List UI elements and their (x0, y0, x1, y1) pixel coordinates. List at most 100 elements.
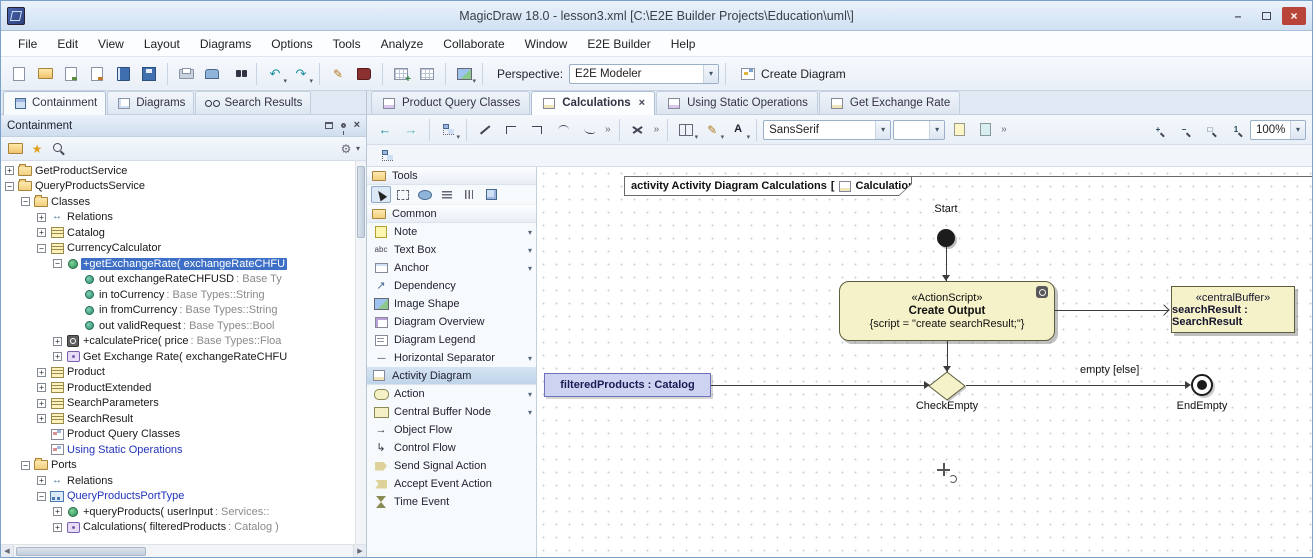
new-file-button[interactable] (7, 62, 31, 86)
tab-diagrams[interactable]: Diagrams (107, 91, 194, 114)
perspective-combo[interactable]: E2E Modeler▾ (569, 64, 719, 84)
undo-button[interactable] (263, 62, 287, 86)
menu-item-options[interactable]: Options (262, 34, 321, 54)
tree-item-out-validrequest[interactable]: out validRequest : Base Types::Bool (1, 318, 355, 334)
align-tool-button[interactable] (437, 186, 457, 203)
menu-item-analyze[interactable]: Analyze (372, 34, 433, 54)
overflow-chevron-icon[interactable]: » (999, 124, 1009, 135)
dropdown-caret-icon[interactable]: ▾ (528, 246, 532, 255)
dropdown-caret-icon[interactable]: ▾ (528, 408, 532, 417)
tree-expander-icon[interactable]: + (37, 476, 46, 485)
tree-expander-icon[interactable]: + (37, 383, 46, 392)
object-flow-action-to-buffer[interactable] (1055, 310, 1169, 311)
tree-expander-icon[interactable]: + (37, 213, 46, 222)
palette-item-send-signal-action[interactable]: Send Signal Action (367, 457, 536, 475)
notebook-button[interactable] (111, 62, 135, 86)
palette-item-anchor[interactable]: Anchor▾ (367, 259, 536, 277)
minimize-button[interactable] (1226, 7, 1250, 25)
palette-item-dependency[interactable]: Dependency (367, 277, 536, 295)
open-folder-icon[interactable] (7, 141, 23, 157)
palette-section-common[interactable]: Common (367, 205, 536, 223)
forward-arrow-button[interactable] (399, 118, 423, 142)
tree-item-out-exchangeratechfusd[interactable]: out exchangeRateCHFUSD : Base Ty (1, 272, 355, 288)
overflow-chevron-icon[interactable]: » (652, 124, 662, 135)
rectflow-tool-button[interactable] (525, 118, 549, 142)
palette-item-note[interactable]: Note▾ (367, 223, 536, 241)
palette-item-action[interactable]: Action▾ (367, 385, 536, 403)
diagram-tab-calculations[interactable]: Calculations× (531, 91, 655, 115)
spline-tool-button[interactable] (577, 118, 601, 142)
select-tool-button[interactable] (371, 186, 391, 203)
mailbox-button[interactable] (200, 62, 224, 86)
diagram-tab-get-exchange-rate[interactable]: Get Exchange Rate (819, 91, 960, 114)
redo-button[interactable] (289, 62, 313, 86)
action-node-create-output[interactable]: «ActionScript» Create Output {script = "… (839, 281, 1055, 341)
zoom-out-button[interactable] (1172, 118, 1196, 142)
menu-item-window[interactable]: Window (516, 34, 577, 54)
curve-tool-button[interactable] (551, 118, 575, 142)
tree-item-currencycalculator[interactable]: −CurrencyCalculator (1, 241, 355, 257)
tree-item-relations[interactable]: +Relations (1, 210, 355, 226)
tree-item-getproductservice[interactable]: +GetProductService (1, 163, 355, 179)
dropdown-caret-icon[interactable]: ▾ (528, 354, 532, 363)
palette-item-text-box[interactable]: Text Box▾ (367, 241, 536, 259)
tree-item-productextended[interactable]: +ProductExtended (1, 380, 355, 396)
paste1-button[interactable] (947, 118, 971, 142)
palette-item-diagram-overview[interactable]: Diagram Overview (367, 313, 536, 331)
activity-frame-label[interactable]: activity Activity Diagram Calculations [… (624, 176, 912, 196)
central-buffer-node-searchresult[interactable]: «centralBuffer» searchResult : SearchRes… (1171, 286, 1295, 333)
palette-item-accept-event-action[interactable]: Accept Event Action (367, 475, 536, 493)
pencil2-button[interactable] (700, 118, 724, 142)
start-node[interactable] (937, 229, 955, 247)
zoom-in-button[interactable] (1146, 118, 1170, 142)
tab-containment[interactable]: Containment (3, 91, 106, 115)
dropdown-caret-icon[interactable]: ▾ (528, 390, 532, 399)
table-add-button[interactable] (389, 62, 413, 86)
tree-expander-icon[interactable]: − (5, 182, 14, 191)
tree-item-calculateprice-price[interactable]: ++calculatePrice( price : Base Types::Fl… (1, 334, 355, 350)
menu-item-edit[interactable]: Edit (48, 34, 87, 54)
zoom-fit-button[interactable] (1198, 118, 1222, 142)
tree-item-queryproductsporttype[interactable]: −QueryProductsPortType (1, 489, 355, 505)
palette-section-tools[interactable]: Tools (367, 167, 536, 185)
tree-item-product-query-classes[interactable]: Product Query Classes (1, 427, 355, 443)
diagram-tab-using-static-operations[interactable]: Using Static Operations (656, 91, 818, 114)
menu-item-file[interactable]: File (9, 34, 46, 54)
binoculars-button[interactable] (226, 62, 250, 86)
palette-item-central-buffer-node[interactable]: Central Buffer Node▾ (367, 403, 536, 421)
open-button[interactable] (33, 62, 57, 86)
palette-item-time-event[interactable]: Time Event (367, 493, 536, 511)
object-node-filteredproducts[interactable]: filteredProducts : Catalog (544, 373, 711, 397)
font-combo[interactable]: SansSerif▾ (763, 120, 891, 140)
book-button[interactable] (352, 62, 376, 86)
scrollbar-thumb[interactable] (357, 166, 365, 238)
back-arrow-button[interactable] (373, 118, 397, 142)
menu-item-layout[interactable]: Layout (135, 34, 189, 54)
maximize-button[interactable] (1254, 7, 1278, 25)
menu-item-view[interactable]: View (89, 34, 133, 54)
tree-item-queryproductsservice[interactable]: −QueryProductsService (1, 179, 355, 195)
line-tool-button[interactable] (473, 118, 497, 142)
tree-expander-icon[interactable]: + (37, 368, 46, 377)
float-panel-icon[interactable] (325, 122, 333, 129)
pencil-button[interactable] (326, 62, 350, 86)
favorites-star-icon[interactable] (29, 141, 45, 157)
paste2-button[interactable] (973, 118, 997, 142)
text-tool-button[interactable] (726, 118, 750, 142)
object-flow-catalog-to-decision[interactable] (711, 385, 924, 386)
tree-item-calculations-filteredproducts[interactable]: +Calculations( filteredProducts : Catalo… (1, 520, 355, 536)
tree-expander-icon[interactable]: + (53, 337, 62, 346)
pin-panel-icon[interactable] (341, 123, 346, 128)
tree-item-relations[interactable]: +Relations (1, 473, 355, 489)
tree-expander-icon[interactable]: − (21, 461, 30, 470)
overflow-chevron-icon[interactable]: » (603, 124, 613, 135)
close-button[interactable] (1282, 7, 1306, 25)
end-node-endempty[interactable] (1191, 374, 1213, 396)
palette-section-activity-diagram[interactable]: Activity Diagram (367, 367, 536, 385)
menu-item-e2e-builder[interactable]: E2E Builder (578, 34, 659, 54)
tree-expander-icon[interactable]: − (37, 244, 46, 253)
marquee-tool-button[interactable] (393, 186, 413, 203)
palette-item-control-flow[interactable]: Control Flow (367, 439, 536, 457)
palette-item-image-shape[interactable]: Image Shape (367, 295, 536, 313)
menu-item-tools[interactable]: Tools (324, 34, 370, 54)
